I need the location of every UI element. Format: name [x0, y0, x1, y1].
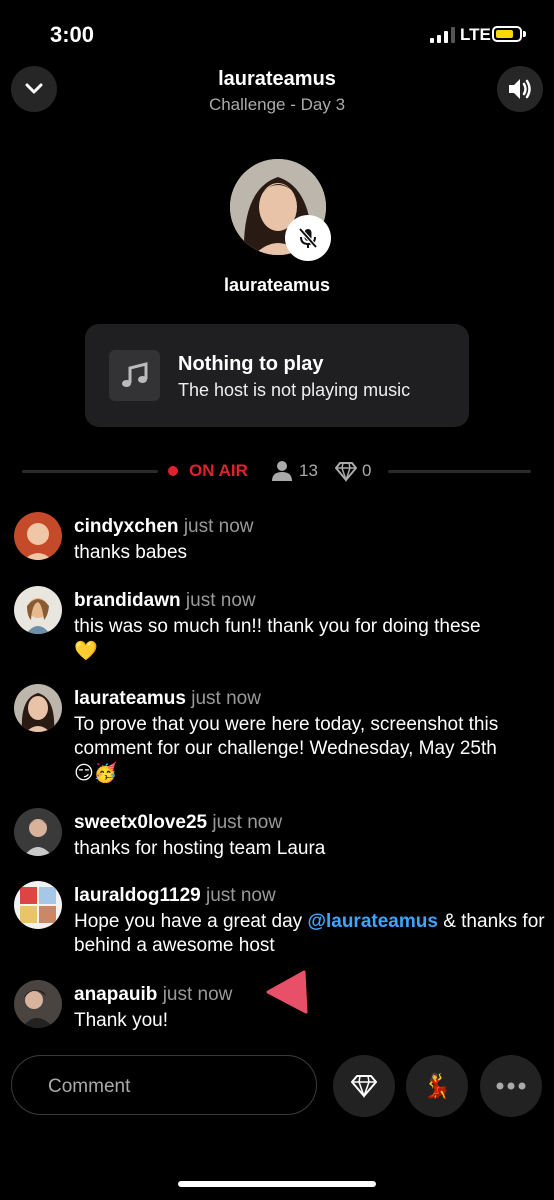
on-air-label: ON AIR — [189, 461, 248, 480]
music-note-icon — [121, 361, 147, 387]
home-indicator — [178, 1181, 376, 1187]
viewer-icon — [272, 461, 292, 481]
comment-username[interactable]: anapauib — [74, 984, 157, 1005]
comment-body: anapauib just now Thank you! — [74, 983, 552, 1033]
comment-placeholder: Comment — [48, 1076, 131, 1097]
comment-body: lauraldog1129 just now Hope you have a g… — [74, 884, 552, 958]
diamond-icon — [351, 1075, 377, 1098]
more-icon — [496, 1082, 526, 1090]
status-bar: 3:00 LTE — [0, 0, 554, 70]
comment-username[interactable]: lauraldog1129 — [74, 885, 201, 906]
comment-username[interactable]: cindyxchen — [74, 516, 179, 537]
music-title: Nothing to play — [178, 353, 324, 375]
comment-username[interactable]: brandidawn — [74, 590, 181, 611]
comment-body: brandidawn just now this was so much fun… — [74, 589, 552, 663]
live-dot-icon — [168, 466, 178, 476]
page-title: laurateamus — [218, 68, 336, 90]
comment-body: sweetx0love25 just now thanks for hostin… — [74, 811, 552, 861]
comment-time: just now — [191, 688, 261, 709]
comment-username[interactable]: laurateamus — [74, 688, 186, 709]
comment-text: this was so much fun!! thank you for doi… — [74, 616, 481, 637]
more-options-button[interactable] — [480, 1055, 542, 1117]
avatar[interactable] — [14, 684, 62, 732]
diamond-icon — [335, 462, 357, 482]
avatar[interactable] — [14, 512, 62, 560]
battery-icon — [492, 26, 522, 42]
comment-text: To prove that you were here today, scree… — [74, 714, 499, 759]
comment-time: just now — [212, 812, 283, 833]
music-card[interactable]: Nothing to play The host is not playing … — [85, 324, 469, 427]
status-time: 3:00 — [50, 22, 95, 47]
comment-text: thanks for hosting team Laura — [74, 838, 326, 859]
comment-time: just now — [185, 590, 256, 611]
network-label: LTE — [460, 25, 491, 44]
avatar[interactable] — [14, 586, 62, 634]
sound-button[interactable] — [497, 66, 543, 112]
avatar[interactable] — [14, 808, 62, 856]
host-name[interactable]: laurateamus — [0, 275, 554, 296]
mic-muted-badge — [285, 215, 331, 261]
comment-text-start: Hope you have a great day — [74, 911, 303, 932]
music-subtitle: The host is not playing music — [178, 380, 411, 400]
dancer-emoji: 💃 — [422, 1072, 452, 1100]
comment-text: thanks babes — [74, 542, 188, 563]
divider — [388, 470, 531, 473]
live-status-row: ON AIR 13 0 — [0, 455, 554, 487]
music-icon-box — [109, 350, 160, 401]
comment-input[interactable]: Comment — [11, 1055, 317, 1115]
comment-body: laurateamus just now To prove that you w… — [74, 687, 552, 785]
page-subtitle: Challenge - Day 3 — [208, 95, 346, 114]
speaker-icon — [509, 79, 531, 99]
comment-emoji: 💛 — [74, 640, 98, 662]
diamond-count: 0 — [362, 461, 372, 480]
comment-time: just now — [206, 885, 276, 906]
divider — [22, 470, 158, 473]
pointer-arrow-icon — [266, 970, 308, 1014]
mic-off-icon — [298, 227, 318, 249]
comment-emoji: 😏🥳 — [74, 762, 118, 784]
comment-time: just now — [183, 516, 254, 537]
send-gift-button[interactable] — [333, 1055, 395, 1117]
comment-time: just now — [162, 984, 233, 1005]
comment-username[interactable]: sweetx0love25 — [74, 812, 207, 833]
emoji-reaction-button[interactable]: 💃 — [406, 1055, 468, 1117]
comment-text: Hope you have a great day @laurateamus &… — [74, 910, 552, 958]
avatar[interactable] — [14, 881, 62, 929]
avatar[interactable] — [14, 980, 62, 1028]
comment-text: Thank you! — [74, 1010, 168, 1031]
comment-body: cindyxchen just now thanks babes — [74, 515, 552, 565]
viewer-count: 13 — [299, 461, 318, 480]
signal-icon — [430, 27, 455, 43]
mention-link[interactable]: @laurateamus — [307, 911, 437, 932]
